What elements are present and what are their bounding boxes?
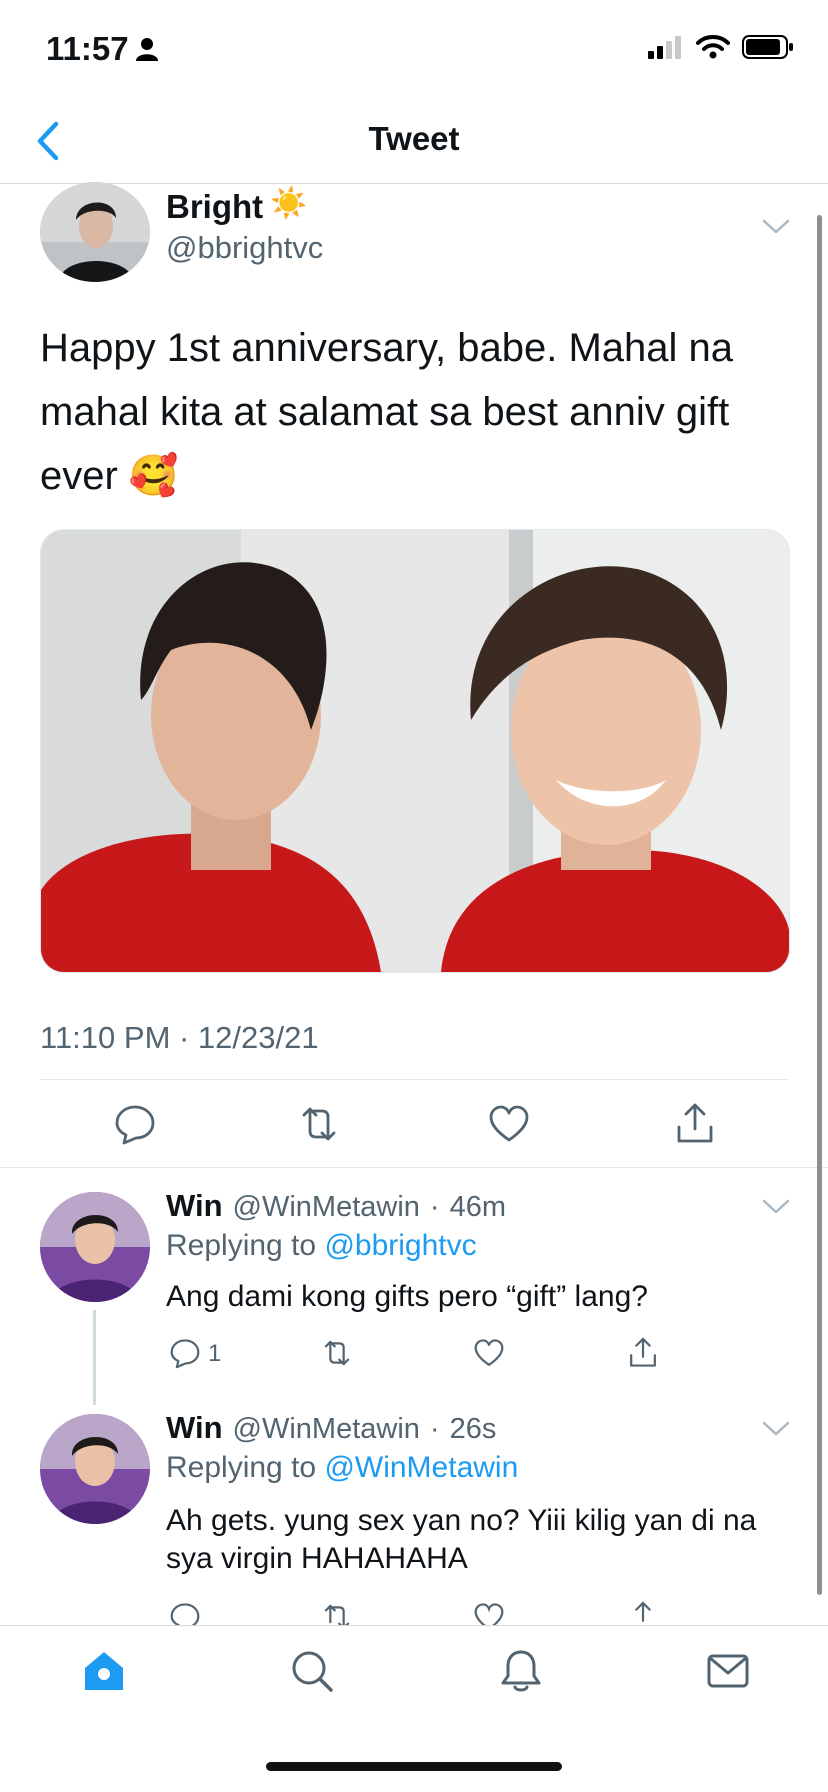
share-icon[interactable] [626,1600,660,1625]
search-icon[interactable] [289,1648,335,1694]
reply-avatar[interactable] [40,1414,150,1524]
retweet-icon[interactable] [320,1336,354,1370]
replying-to-label: Replying to [166,1451,325,1484]
heart-icon[interactable] [472,1600,506,1625]
person-icon [136,38,158,61]
author-handle[interactable]: @bbrightvc [166,230,323,266]
retweet-icon[interactable] [320,1600,354,1625]
reply-author-name[interactable]: Win [166,1410,223,1446]
tweet-photo[interactable] [40,529,790,973]
reply-author-handle[interactable]: @WinMetawin [233,1413,420,1446]
tab-bar-divider [0,1625,828,1626]
notifications-icon[interactable] [498,1648,544,1694]
tweet-text: Happy 1st anniversary, babe. Mahal na ma… [40,326,733,498]
reply-text: Ang dami kong gifts pero “gift” lang? [166,1280,648,1313]
divider [40,1079,788,1080]
retweet-icon[interactable] [296,1101,342,1147]
separator-dot: · [429,1413,440,1445]
signal-icon [648,36,681,59]
reply-age: 26s [449,1413,497,1445]
thread-line [93,1310,96,1405]
share-icon[interactable] [672,1101,718,1147]
reply-author-name[interactable]: Win [166,1188,223,1224]
replying-to-link[interactable]: @WinMetawin [324,1451,518,1484]
author-name[interactable]: Bright [166,188,263,226]
reply-icon[interactable] [168,1600,202,1625]
share-icon[interactable] [626,1336,660,1370]
reply-count: 1 [208,1340,222,1367]
status-time: 11:57 [46,30,129,67]
reply-actions-clipped [160,1596,680,1625]
wifi-icon [696,35,730,59]
reply-avatar[interactable] [40,1192,150,1302]
reply-author-handle[interactable]: @WinMetawin [233,1191,420,1224]
heart-icon[interactable] [472,1336,506,1370]
reply-header: Win @WinMetawin · 46m [166,1188,506,1224]
replying-to: Replying to @bbrightvc [166,1229,477,1263]
chevron-down-icon[interactable] [762,1420,790,1438]
nav-divider [0,183,828,184]
chevron-down-icon[interactable] [762,218,790,236]
messages-icon[interactable] [705,1648,751,1694]
page-title: Tweet [368,120,460,157]
separator-dot: · [429,1191,440,1223]
replying-to: Replying to @WinMetawin [166,1451,518,1485]
reply-icon[interactable] [112,1101,158,1147]
section-divider [0,1167,828,1168]
battery-icon [742,35,793,59]
home-indicator [266,1762,562,1771]
reply-icon[interactable] [168,1336,202,1370]
chevron-down-icon[interactable] [762,1198,790,1216]
status-indicators [648,34,794,60]
replying-to-link[interactable]: @bbrightvc [324,1229,476,1262]
tweet-timestamp: 11:10 PM · 12/23/21 [40,1020,319,1055]
heart-icon[interactable] [486,1101,532,1147]
replying-to-label: Replying to [166,1229,325,1262]
author-name-emoji: ☀️ [270,187,308,220]
author-avatar[interactable] [40,182,150,282]
scrollbar[interactable] [817,215,822,1595]
home-icon[interactable] [81,1648,127,1694]
reply-age: 46m [449,1191,507,1223]
reply-header: Win @WinMetawin · 26s [166,1410,496,1446]
reply-text: Ah gets. yung sex yan no? Yiii kilig yan… [166,1504,757,1575]
